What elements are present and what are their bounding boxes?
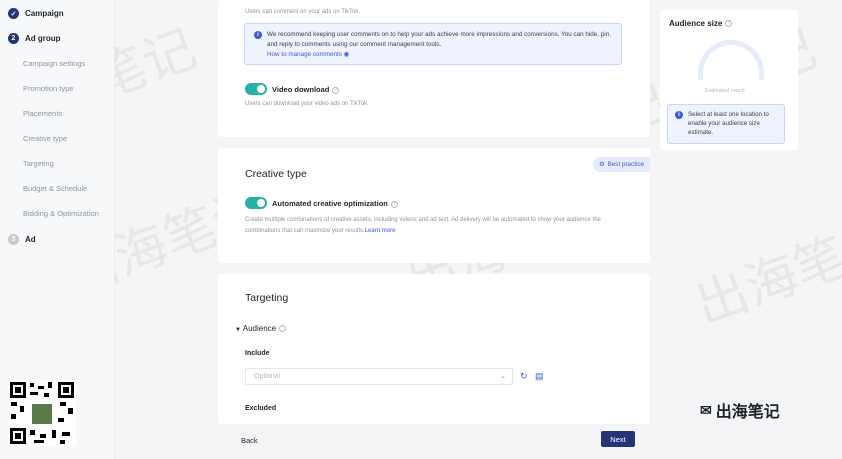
next-button[interactable]: Next — [601, 431, 635, 447]
audience-section-toggle[interactable]: ▼ Audience? — [235, 324, 287, 333]
help-icon[interactable]: ? — [279, 325, 287, 333]
substep-placements[interactable]: Placements — [23, 109, 62, 118]
best-practice-button[interactable]: ⚙ Best practice — [592, 157, 650, 172]
chevron-down-icon: ⌄ — [500, 373, 506, 380]
estimated-reach-label: Estimated reach — [705, 88, 745, 94]
step-number: 2 — [8, 33, 19, 44]
video-download-label: Video download? — [272, 85, 340, 94]
back-button[interactable]: Back — [241, 436, 258, 445]
video-download-note: Users can download your video ads on Tik… — [245, 101, 369, 107]
lightbulb-icon: ⚙ — [598, 161, 605, 168]
wechat-icon: ✉ — [700, 401, 712, 418]
substep-budget-schedule[interactable]: Budget & Schedule — [23, 184, 87, 193]
audience-size-info-box: i Select at least one location to enable… — [667, 104, 785, 144]
comment-note: Users can comment on your ads on TikTok. — [245, 9, 361, 15]
check-icon: ✓ — [8, 8, 19, 19]
placements-card: Users can comment on your ads on TikTok.… — [218, 0, 650, 137]
watermark: 出海笔记 — [687, 208, 842, 337]
info-icon: i — [254, 31, 262, 39]
video-download-toggle[interactable] — [245, 83, 267, 95]
step-campaign[interactable]: ✓ Campaign — [8, 8, 64, 19]
substep-targeting[interactable]: Targeting — [23, 159, 54, 168]
audience-size-panel: Audience size? Estimated reach i Select … — [660, 10, 798, 150]
help-icon[interactable]: ? — [332, 86, 340, 94]
substep-bidding-optimization[interactable]: Bidding & Optimization — [23, 209, 99, 218]
document-icon[interactable]: ▤ — [535, 371, 544, 382]
eye-icon: ◉ — [343, 51, 350, 58]
help-icon[interactable]: ? — [725, 20, 733, 28]
step-ad-group[interactable]: 2 Ad group — [8, 33, 61, 44]
caret-down-icon: ▼ — [235, 327, 241, 333]
watermark-logo: ✉ 出海笔记 — [700, 401, 780, 422]
qr-code-image — [8, 380, 76, 446]
automated-creative-toggle[interactable] — [245, 197, 267, 209]
targeting-title: Targeting — [245, 292, 289, 304]
step-label: Ad — [25, 235, 36, 244]
creative-type-card: Creative type ⚙ Best practice Automated … — [218, 148, 650, 263]
refresh-icon[interactable]: ↻ — [520, 371, 528, 382]
info-icon: i — [675, 111, 683, 119]
step-label: Ad group — [25, 34, 61, 43]
automated-creative-description: Create multiple combinations of creative… — [245, 217, 601, 234]
reach-gauge — [698, 40, 764, 80]
excluded-label: Excluded — [245, 405, 277, 412]
audience-size-title: Audience size? — [669, 19, 733, 28]
substep-campaign-settings[interactable]: Campaign settings — [23, 59, 85, 68]
include-label: Include — [245, 350, 270, 357]
help-icon[interactable]: ? — [390, 200, 398, 208]
step-ad[interactable]: 3 Ad — [8, 234, 36, 245]
comment-info-box: i We recommend keeping user comments on … — [244, 23, 622, 65]
include-audience-select[interactable]: Optional ⌄ — [245, 368, 513, 385]
substep-promotion-type[interactable]: Promotion type — [23, 84, 73, 93]
creative-type-title: Creative type — [245, 168, 307, 180]
learn-more-link[interactable]: Learn more — [365, 228, 396, 234]
step-label: Campaign — [25, 9, 64, 18]
manage-comments-link[interactable]: How to manage comments ◉ — [267, 50, 613, 60]
comment-info-text: We recommend keeping user comments on to… — [267, 31, 611, 48]
step-number: 3 — [8, 234, 19, 245]
automated-creative-label: Automated creative optimization? — [272, 199, 398, 208]
substep-creative-type[interactable]: Creative type — [23, 134, 67, 143]
targeting-card: Targeting ▼ Audience? Include Optional ⌄… — [218, 274, 650, 424]
